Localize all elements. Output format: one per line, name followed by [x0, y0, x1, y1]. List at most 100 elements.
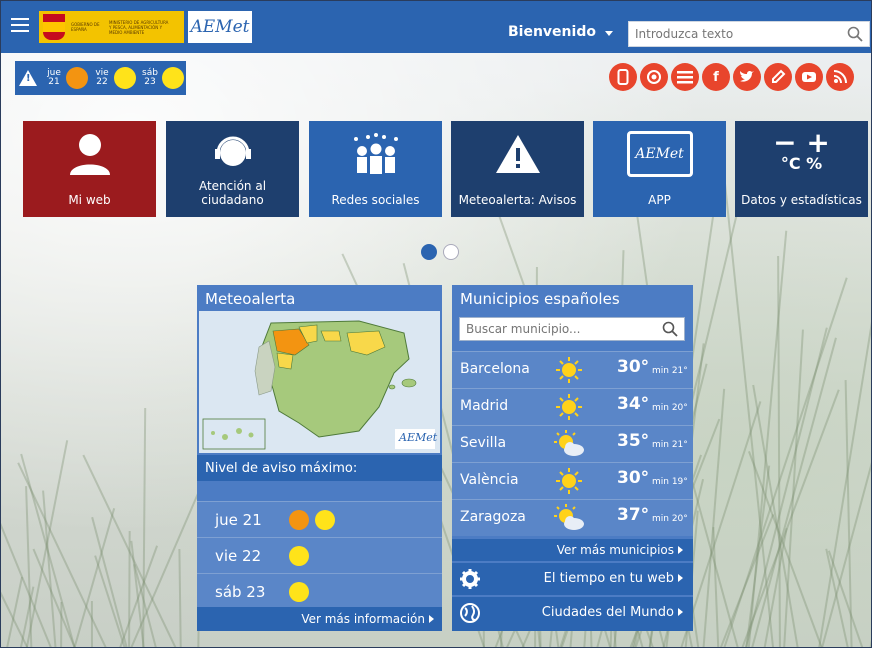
plus-minus-icon: − + °C % — [735, 131, 868, 173]
grass-blade — [734, 389, 840, 647]
search-icon[interactable] — [662, 321, 678, 337]
carousel-dot-2[interactable] — [443, 244, 459, 260]
welcome-menu[interactable]: Bienvenido — [508, 24, 596, 40]
grass-blade — [22, 440, 68, 647]
strip-day-date: 23 — [144, 77, 155, 87]
strip-day: sáb 23 — [141, 67, 185, 89]
world-cities-label: Ciudades del Mundo — [542, 605, 674, 620]
tile-app[interactable]: AEMet APP — [593, 121, 726, 217]
yellow-warning-dot — [162, 67, 184, 89]
city-min-temp: min 20° — [652, 403, 688, 413]
grass-blade — [1, 479, 6, 647]
city-row[interactable]: Sevilla 35° min 21° — [452, 425, 693, 462]
site-search — [628, 21, 870, 47]
social-links: f — [609, 63, 854, 91]
gov-text: GOBIERNO DE ESPAÑA — [71, 22, 101, 32]
tile-redes-sociales[interactable]: Redes sociales — [309, 121, 442, 217]
strip-day-date: 22 — [96, 77, 107, 87]
more-info-link[interactable]: Ver más información — [197, 607, 442, 631]
grass-blade — [752, 385, 802, 647]
alert-row[interactable]: jue 21 — [197, 501, 442, 537]
grass-blade — [178, 549, 182, 647]
ministry-text: MINISTERIO DE AGRICULTURA Y PESCA, ALIME… — [109, 20, 169, 35]
more-info-label: Ver más información — [301, 612, 425, 626]
grass-blade — [717, 278, 848, 647]
blog-icon[interactable] — [764, 63, 792, 91]
grass-blade — [91, 601, 93, 647]
search-icon[interactable] — [847, 26, 863, 42]
strip-day: vie 22 — [93, 67, 137, 89]
sun-cloud-icon — [552, 504, 586, 532]
headset-icon — [166, 131, 299, 177]
warning-icon — [19, 70, 37, 86]
city-max-temp: 34° — [617, 394, 649, 414]
weather-widget-label: El tiempo en tu web — [544, 571, 674, 586]
government-logo[interactable]: GOBIERNO DE ESPAÑA MINISTERIO DE AGRICUL… — [39, 11, 184, 43]
sun-icon — [552, 356, 586, 384]
coat-of-arms-icon — [43, 14, 65, 40]
grass-blade — [2, 577, 23, 647]
globe-icon — [459, 602, 481, 624]
warning-strip[interactable]: jue21 vie22 sáb23 — [15, 61, 186, 95]
municipio-search-input[interactable] — [460, 318, 650, 340]
app-icon-text: AEMet — [635, 146, 684, 162]
tile-meteoalerta-avisos[interactable]: Meteoalerta: Avisos — [451, 121, 584, 217]
twitter-icon[interactable] — [733, 63, 761, 91]
facebook-icon[interactable]: f — [702, 63, 730, 91]
chevron-down-icon[interactable] — [605, 31, 613, 36]
warning-map[interactable]: AEMet — [199, 311, 440, 453]
rss-icon[interactable] — [826, 63, 854, 91]
grass-blade — [91, 516, 133, 647]
grass-blade — [18, 462, 117, 647]
alert-row[interactable]: sáb 23 — [197, 573, 442, 609]
yellow-warning-dot — [289, 546, 309, 566]
city-row[interactable]: Madrid 34° min 20° — [452, 388, 693, 425]
city-name: Zaragoza — [460, 509, 526, 525]
city-name: Madrid — [460, 398, 508, 414]
alert-row[interactable]: vie 22 — [197, 537, 442, 573]
tile-datos-estadisticas[interactable]: − + °C % Datos y estadísticas — [735, 121, 868, 217]
gear-icon — [459, 568, 481, 590]
list-icon[interactable] — [671, 63, 699, 91]
location-icon[interactable] — [640, 63, 668, 91]
strip-day: jue 21 — [45, 67, 89, 89]
hamburger-menu-icon[interactable] — [11, 18, 29, 32]
grass-blade — [815, 242, 871, 647]
top-bar: GOBIERNO DE ESPAÑA MINISTERIO DE AGRICUL… — [1, 1, 871, 53]
grass-blade — [20, 453, 81, 647]
more-municipios-link[interactable]: Ver más municipios — [452, 539, 693, 561]
grass-blade — [83, 454, 186, 647]
grass-blade — [777, 256, 781, 647]
search-input[interactable] — [629, 22, 829, 46]
city-max-temp: 37° — [617, 505, 649, 525]
yellow-warning-dot — [114, 67, 136, 89]
grass-blade — [712, 514, 774, 647]
mobile-icon[interactable] — [609, 63, 637, 91]
grass-blade — [723, 174, 776, 647]
carousel-dot-1[interactable] — [421, 244, 437, 260]
aemet-logo[interactable]: AEMet — [188, 11, 252, 43]
world-cities-link[interactable]: Ciudades del Mundo — [452, 596, 693, 631]
yellow-warning-dot — [315, 510, 335, 530]
grass-blade — [828, 550, 870, 647]
sun-icon — [552, 393, 586, 421]
user-icon — [23, 131, 156, 177]
strip-day-date: 21 — [48, 77, 59, 87]
sun-icon — [552, 467, 586, 495]
meteoalerta-title[interactable]: Meteoalerta — [197, 285, 442, 311]
tile-label: Mi web — [68, 193, 110, 207]
grass-blade — [866, 201, 871, 647]
alert-day-label: sáb 23 — [215, 583, 289, 601]
city-row[interactable]: Barcelona 30° min 21° — [452, 351, 693, 388]
municipios-title: Municipios españoles — [452, 285, 693, 311]
weather-widget-link[interactable]: El tiempo en tu web — [452, 562, 693, 595]
tile-mi-web[interactable]: Mi web — [23, 121, 156, 217]
grass-blade — [701, 389, 725, 647]
tile-label: Atención al ciudadano — [166, 179, 299, 207]
grass-blade — [68, 508, 115, 647]
city-row[interactable]: Zaragoza 37° min 20° — [452, 499, 693, 536]
city-min-temp: min 21° — [652, 366, 688, 376]
tile-atencion-ciudadano[interactable]: Atención al ciudadano — [166, 121, 299, 217]
youtube-icon[interactable] — [795, 63, 823, 91]
city-row[interactable]: València 30° min 19° — [452, 462, 693, 499]
